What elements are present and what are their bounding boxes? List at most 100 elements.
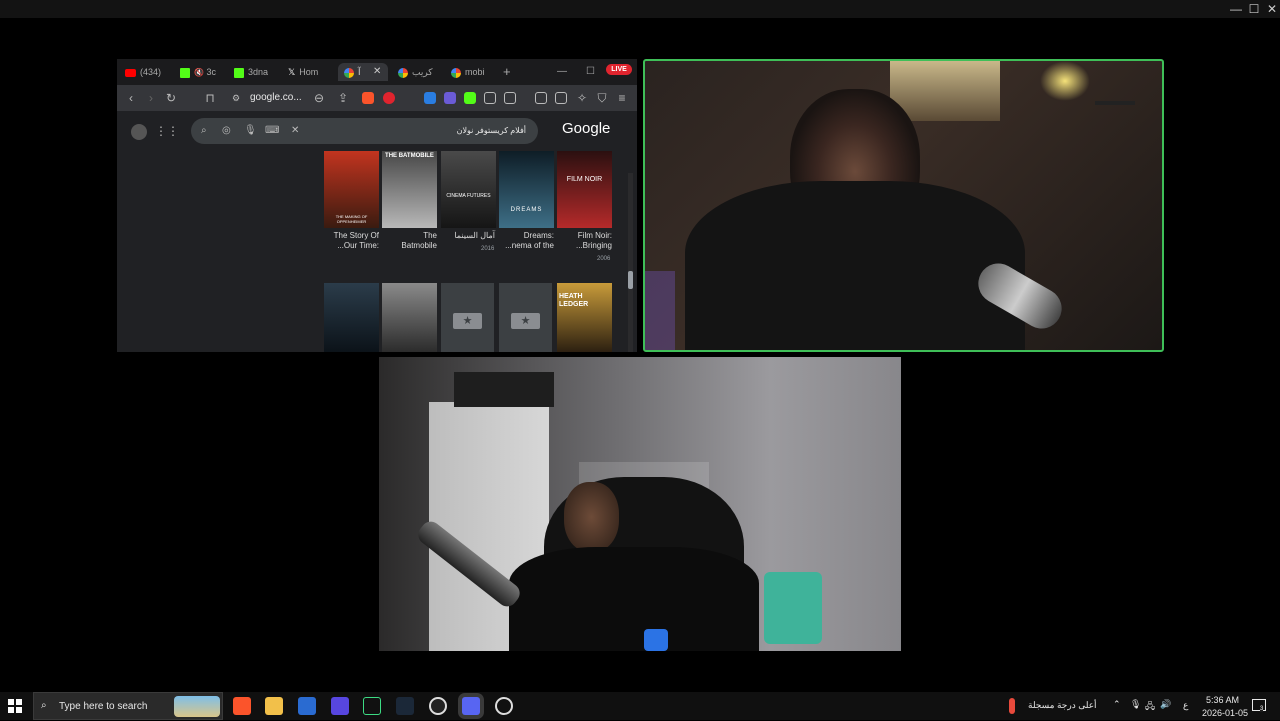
poster-6[interactable]	[324, 283, 379, 352]
poster-3-year: 2016	[481, 246, 495, 252]
new-tab-button[interactable]: +	[503, 63, 511, 81]
search-highlight-image	[174, 696, 220, 717]
poster-heath-ledger[interactable]: HEATH LEDGER	[557, 283, 612, 352]
microphone-icon[interactable]: 🎙	[244, 125, 257, 136]
clock-time[interactable]: 5:36 AM	[1206, 695, 1239, 705]
poster-1-title[interactable]: The Story Of ...Our Time:	[323, 231, 379, 251]
language-indicator[interactable]: ع	[1183, 700, 1188, 711]
poster-4-title[interactable]: Dreams: ...nema of the	[498, 231, 554, 251]
tab-youtube[interactable]: (434)	[125, 63, 171, 81]
apps-grid-icon[interactable]: ⋮⋮	[155, 124, 179, 138]
keyboard-icon[interactable]: ⌨	[265, 125, 279, 136]
extension-icon[interactable]	[444, 92, 456, 104]
google-icon	[451, 67, 461, 78]
notification-count: 3	[1260, 706, 1264, 712]
notification-icon[interactable]	[1252, 699, 1266, 711]
site-settings-icon[interactable]: ⚙	[227, 89, 245, 107]
poster-7[interactable]	[382, 283, 437, 352]
brave-rewards-icon[interactable]	[383, 92, 395, 104]
led-strip	[645, 271, 675, 350]
search-icon: ⌕	[41, 700, 47, 711]
lens-icon[interactable]: ◎	[222, 125, 231, 136]
search-query[interactable]: أفلام كريستوفر نولان	[457, 118, 526, 144]
share-icon[interactable]: ⇪	[334, 89, 352, 107]
network-icon[interactable]: 🖧	[1145, 699, 1155, 715]
menu-icon[interactable]: ≡	[613, 89, 631, 107]
poster-5-title[interactable]: Film Noir: ...Bringing	[556, 231, 612, 251]
vpn-shield-icon[interactable]: ⛉	[593, 89, 611, 107]
tab-x[interactable]: 𝕏 Hom	[288, 63, 332, 81]
thermometer-icon[interactable]	[1009, 698, 1015, 714]
clock-date[interactable]: 2026-01-05	[1202, 708, 1248, 718]
tab-kick-1[interactable]: 🔇 3c	[180, 63, 224, 81]
poster-4[interactable]: DREAMS	[499, 151, 554, 228]
person-body	[509, 547, 759, 651]
extension-audio-icon[interactable]	[424, 92, 436, 104]
wallet-icon[interactable]	[555, 92, 567, 104]
tab-google-2[interactable]: كريب	[398, 63, 442, 81]
windows-start-icon[interactable]	[8, 699, 22, 713]
close-tab-icon[interactable]: ✕	[373, 63, 381, 81]
leo-ai-icon[interactable]: ✧	[573, 89, 591, 107]
scrollbar[interactable]	[628, 173, 633, 352]
poster-1[interactable]: THE MAKING OF OPPENHEIMER	[324, 151, 379, 228]
forward-button[interactable]: ›	[142, 89, 160, 107]
search-box[interactable]: ⌕ ◎ 🎙 ⌨ ✕ أفلام كريستوفر نولان	[191, 118, 538, 144]
google-icon	[398, 67, 408, 78]
water-bottle	[644, 629, 668, 651]
screenshot-icon[interactable]	[504, 92, 516, 104]
back-button[interactable]: ‹	[122, 89, 140, 107]
extensions-icon[interactable]	[484, 92, 496, 104]
person-body	[685, 181, 1025, 350]
poster-placeholder-1[interactable]: ★	[441, 283, 494, 352]
bookmark-icon[interactable]: ⊓	[201, 89, 219, 107]
search-icon[interactable]: ⌕	[201, 125, 207, 136]
taskbar: ⌕ Type here to search أعلى درجة مسجلة ⌃ …	[0, 692, 1280, 720]
poster-3-title[interactable]: آمال السينما	[439, 231, 495, 241]
sidebar-icon[interactable]	[535, 92, 547, 104]
tray-chevron-icon[interactable]: ⌃	[1113, 699, 1121, 710]
profile-avatar[interactable]	[131, 124, 147, 140]
obs-icon[interactable]	[429, 697, 447, 715]
poster-5[interactable]: FILM NOIR	[557, 151, 612, 228]
reload-button[interactable]: ↻	[162, 89, 180, 107]
ceiling-light	[1040, 61, 1090, 101]
live-badge: LIVE	[606, 64, 632, 75]
luggage	[764, 572, 822, 644]
file-explorer-icon[interactable]	[265, 697, 283, 715]
x-icon: 𝕏	[288, 67, 296, 77]
poster-2[interactable]: THE BATMOBILE	[382, 151, 437, 228]
webcam-feed-2	[379, 357, 901, 651]
clear-search-icon[interactable]: ✕	[291, 125, 299, 136]
google-logo[interactable]: Google	[562, 120, 610, 137]
star-icon: ★	[511, 313, 540, 329]
poster-3[interactable]: CINEMA FUTURES	[441, 151, 496, 228]
microphone-icon[interactable]: 🎙	[1130, 699, 1141, 710]
browser-minimize-button[interactable]: —	[557, 63, 567, 81]
poster-2-title[interactable]: The Batmobile	[381, 231, 437, 251]
tab-kick-2[interactable]: 3dna	[234, 63, 276, 81]
taskbar-search[interactable]: ⌕ Type here to search	[33, 692, 223, 720]
poster-placeholder-2[interactable]: ★	[499, 283, 552, 352]
browser-maximize-button[interactable]: ☐	[586, 63, 595, 81]
close-button[interactable]: ✕	[1261, 0, 1280, 18]
window-light	[890, 61, 1000, 121]
tab-google-3[interactable]: mobi	[451, 63, 497, 81]
zoom-icon[interactable]: ⊖	[310, 89, 328, 107]
steam-icon[interactable]	[396, 697, 414, 715]
google-icon	[344, 67, 354, 78]
volume-icon[interactable]: 🔊	[1160, 699, 1171, 710]
address-bar[interactable]: google.co...	[250, 90, 302, 106]
store-icon[interactable]	[298, 697, 316, 715]
star-icon: ★	[453, 313, 482, 329]
discord-icon[interactable]	[462, 697, 480, 715]
app-icon[interactable]	[331, 697, 349, 715]
kick-extension-icon[interactable]	[464, 92, 476, 104]
brave-shield-icon[interactable]	[362, 92, 374, 104]
steelseries-icon[interactable]	[495, 697, 513, 715]
obs-stream-icon[interactable]	[363, 697, 381, 715]
weather-text[interactable]: أعلى درجة مسجلة	[1028, 700, 1097, 711]
scroll-thumb[interactable]	[628, 271, 633, 289]
brave-browser-icon[interactable]	[233, 697, 251, 715]
page-content: ⋮⋮ ⌕ ◎ 🎙 ⌨ ✕ أفلام كريستوفر نولان Google…	[117, 111, 637, 352]
